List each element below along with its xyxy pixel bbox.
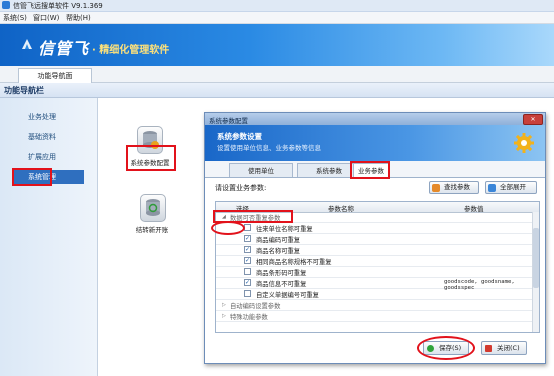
sidebar-item-business[interactable]: 业务处理 xyxy=(14,110,84,124)
highlight-tile-system-params xyxy=(126,145,176,171)
dialog-header-subtitle: 设置使用单位信息、业务参数等信息 xyxy=(217,144,321,152)
brand-banner: 信管飞 · 精细化管理软件 xyxy=(0,24,554,66)
close-label: 关闭(C) xyxy=(497,344,520,352)
param-name: 商品名称可重复 xyxy=(256,248,301,255)
table-row[interactable]: 商品条形码可重复 xyxy=(216,267,532,278)
group-name: 自动编码设置参数 xyxy=(230,303,281,310)
grid-scrollbar[interactable] xyxy=(532,212,539,332)
sidebar: 业务处理 基础资料 扩展应用 系统管理 xyxy=(0,98,98,376)
menu-bar: 系统(S) 窗口(W) 帮助(H) xyxy=(0,12,554,24)
table-row[interactable]: 自定义单据编号可重复 xyxy=(216,289,532,300)
expand-all-button[interactable]: 全部展开 xyxy=(485,181,537,194)
gear-icon xyxy=(514,133,534,153)
app-logo-icon xyxy=(2,1,10,9)
dialog-header-title: 系统参数设置 xyxy=(217,132,262,141)
param-name: 商品编码可重复 xyxy=(256,237,301,244)
param-name: 自定义单据编号可重复 xyxy=(256,292,319,299)
expand-all-label: 全部展开 xyxy=(500,183,526,191)
param-name: 商品信息不可重复 xyxy=(256,281,307,288)
table-row[interactable]: ✓ 商品名称可重复 xyxy=(216,245,532,256)
brand-slogan: · 精细化管理软件 xyxy=(92,45,170,56)
scrollbar-thumb[interactable] xyxy=(533,228,539,288)
sidebar-item-extensions[interactable]: 扩展应用 xyxy=(14,150,84,164)
params-prompt: 请设置业务参数: xyxy=(215,184,267,192)
highlight-tab-business xyxy=(350,161,390,179)
table-row[interactable]: ✓ 商品编码可重复 xyxy=(216,234,532,245)
grid-group-row[interactable]: ▷ 特殊功能参数 xyxy=(216,311,532,322)
param-name: 往来单位名称可重复 xyxy=(256,226,313,233)
row-checkbox[interactable] xyxy=(244,224,251,231)
row-checkbox[interactable] xyxy=(244,290,251,297)
param-name: 商品条形码可重复 xyxy=(256,270,307,277)
collapse-arrow-icon: ▷ xyxy=(222,302,226,308)
system-params-dialog: 系统参数配置 ✕ 系统参数设置 设置使用单位信息、业务参数等信息 使用单位 系统… xyxy=(204,112,546,364)
row-checkbox[interactable]: ✓ xyxy=(244,257,251,264)
dialog-title: 系统参数配置 xyxy=(209,117,248,125)
highlight-save xyxy=(417,336,475,360)
table-row[interactable]: 往来单位名称可重复 xyxy=(216,223,532,234)
param-name: 相同商品名称规格不可重复 xyxy=(256,259,332,266)
menu-help[interactable]: 帮助(H) xyxy=(66,13,91,23)
find-params-button[interactable]: 查找参数 xyxy=(429,181,479,194)
close-icon xyxy=(485,345,492,352)
database-refresh-glyph xyxy=(146,199,160,216)
close-button[interactable]: 关闭(C) xyxy=(481,341,527,355)
dialog-header: 系统参数设置 设置使用单位信息、业务参数等信息 xyxy=(205,125,545,161)
app-title: 信管飞远搜单软件 V9.1.369 xyxy=(13,2,103,10)
expand-icon xyxy=(488,184,496,192)
grid-group-row[interactable]: ▷ 自动编码设置参数 xyxy=(216,300,532,311)
group-name: 特殊功能参数 xyxy=(230,314,268,321)
dialog-title-bar: 系统参数配置 ✕ xyxy=(205,113,545,125)
nav-header: 功能导航栏 xyxy=(0,83,554,98)
menu-system[interactable]: 系统(S) xyxy=(3,13,27,23)
nav-header-title: 功能导航栏 xyxy=(4,86,44,95)
brand-name: 信管飞 xyxy=(38,39,90,58)
find-params-label: 查找参数 xyxy=(444,183,470,191)
row-checkbox[interactable]: ✓ xyxy=(244,246,251,253)
tab-function-nav[interactable]: 功能导航面 xyxy=(18,68,92,83)
table-row[interactable]: ✓ 相同商品名称规格不可重复 xyxy=(216,256,532,267)
brand-logo-icon xyxy=(22,39,32,49)
highlight-checkbox xyxy=(211,221,245,235)
dialog-close-icon[interactable]: ✕ xyxy=(523,114,543,125)
search-icon xyxy=(432,184,440,192)
title-bar: 信管飞远搜单软件 V9.1.369 xyxy=(0,0,554,12)
row-checkbox[interactable]: ✓ xyxy=(244,279,251,286)
sidebar-item-basic-data[interactable]: 基础资料 xyxy=(14,130,84,144)
row-checkbox[interactable]: ✓ xyxy=(244,235,251,242)
highlight-sidebar-system xyxy=(12,168,52,186)
tile-carryover-label[interactable]: 结转新开账 xyxy=(130,224,174,234)
table-row[interactable]: ✓ 商品信息不可重复 goodscode, goodsname, goodssp… xyxy=(216,278,532,291)
main-tab-strip: 功能导航面 xyxy=(0,66,554,83)
row-checkbox[interactable] xyxy=(244,268,251,275)
collapse-arrow-icon: ▷ xyxy=(222,313,226,319)
database-refresh-icon[interactable] xyxy=(140,194,166,222)
tab-organization[interactable]: 使用单位 xyxy=(229,163,293,177)
menu-window[interactable]: 窗口(W) xyxy=(33,13,59,23)
